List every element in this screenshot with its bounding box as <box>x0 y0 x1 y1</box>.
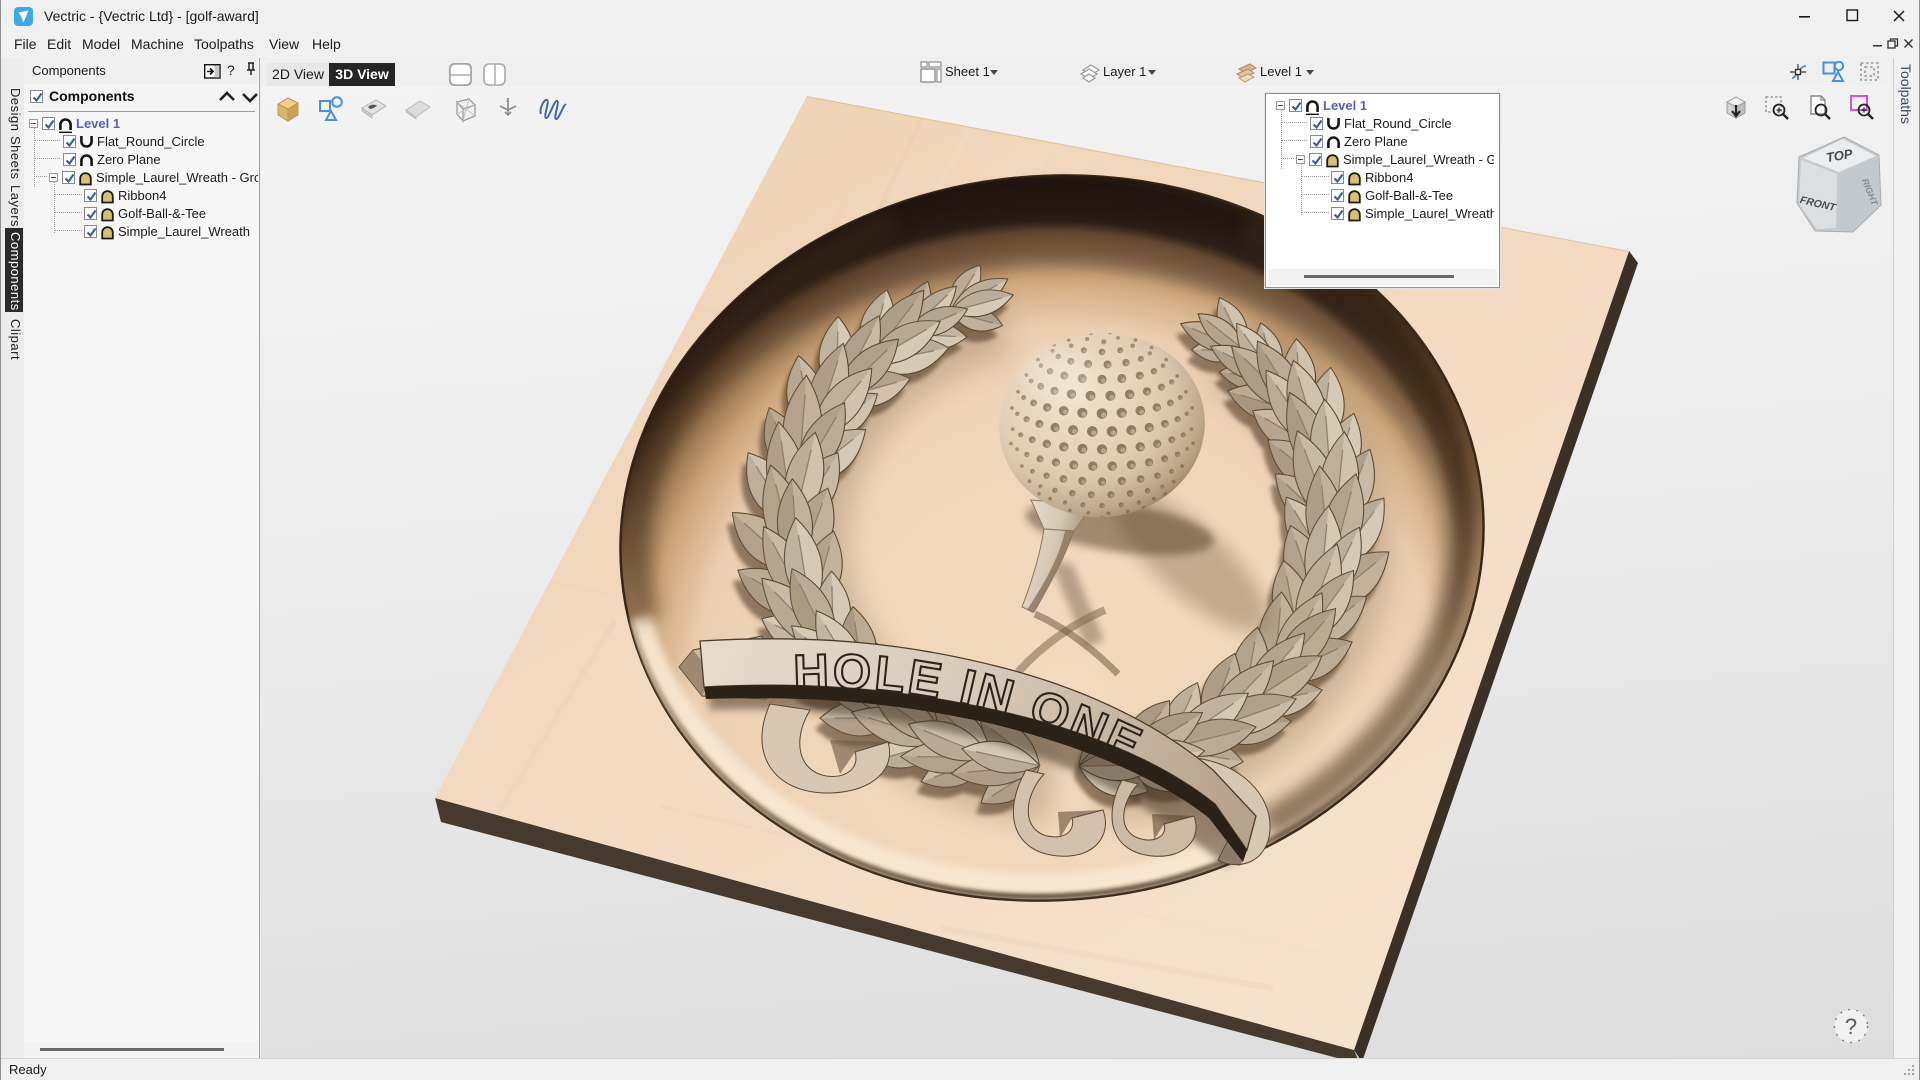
svg-text:?: ? <box>1845 1014 1857 1039</box>
svg-text:z: z <box>506 97 510 104</box>
